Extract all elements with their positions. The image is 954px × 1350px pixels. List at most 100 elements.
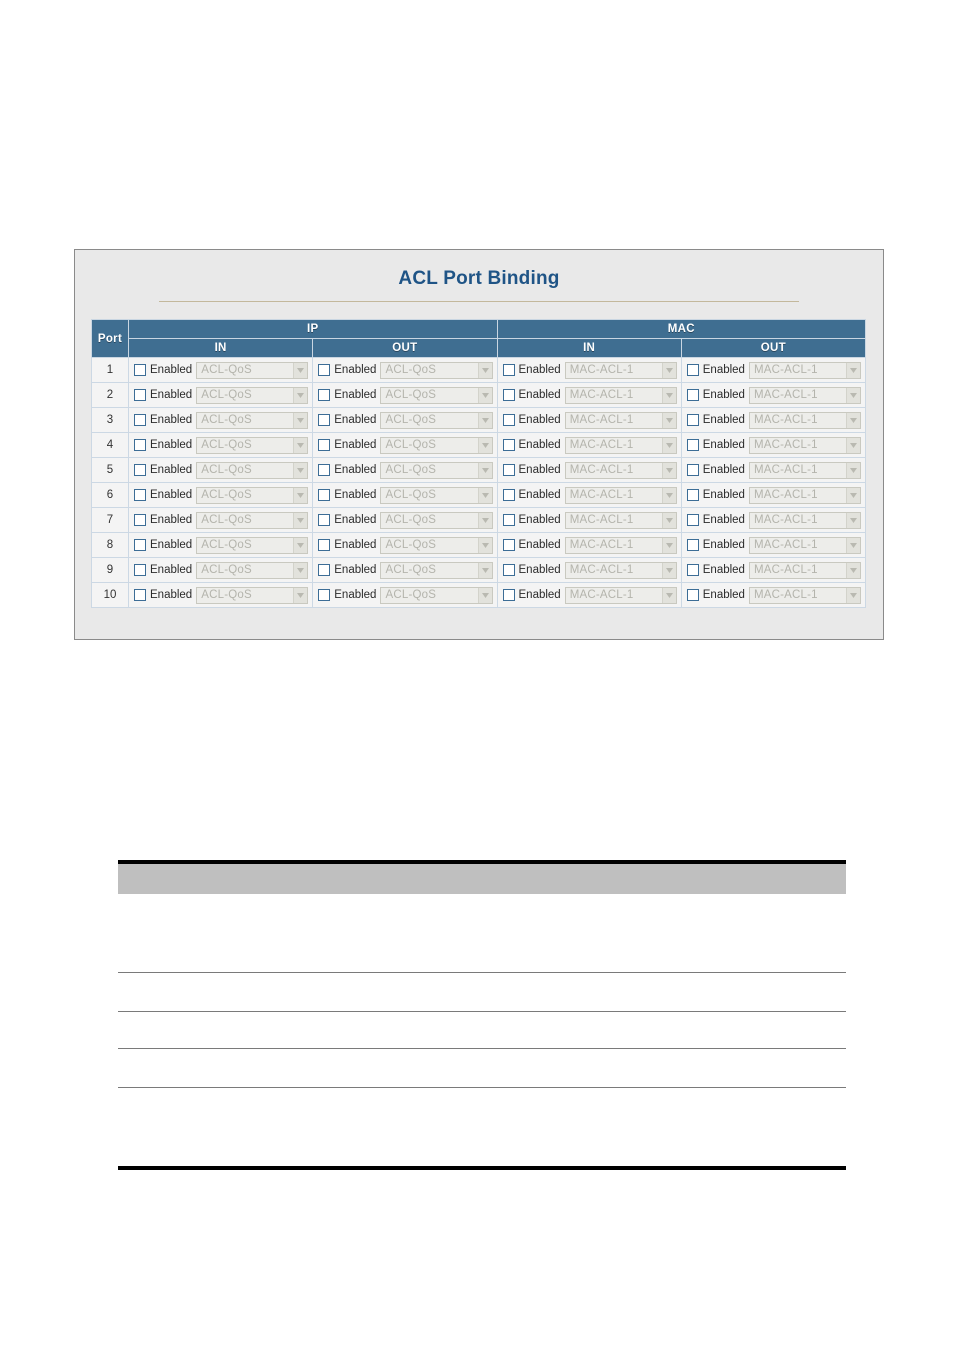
enable-checkbox-mac-out[interactable] — [686, 439, 699, 451]
chevron-down-icon[interactable] — [846, 537, 860, 553]
enable-checkbox-ip-in[interactable] — [134, 514, 146, 526]
acl-select-mac-in[interactable]: MAC-ACL-1 — [564, 536, 677, 554]
enable-checkbox-ip-in[interactable] — [134, 464, 146, 476]
chevron-down-icon[interactable] — [477, 362, 492, 378]
chevron-down-icon[interactable] — [293, 487, 308, 503]
enable-checkbox-ip-in[interactable] — [134, 589, 146, 601]
chevron-down-icon[interactable] — [293, 587, 308, 603]
acl-select-ip-out[interactable]: ACL-QoS — [380, 461, 493, 479]
chevron-down-icon[interactable] — [477, 487, 492, 503]
enable-checkbox-mac-out[interactable] — [686, 464, 699, 476]
acl-select-mac-in[interactable]: MAC-ACL-1 — [564, 461, 677, 479]
chevron-down-icon[interactable] — [846, 487, 860, 503]
chevron-down-icon[interactable] — [661, 387, 676, 403]
acl-select-mac-in[interactable]: MAC-ACL-1 — [564, 361, 677, 379]
enable-checkbox-mac-in[interactable] — [502, 464, 515, 476]
acl-select-mac-in[interactable]: MAC-ACL-1 — [564, 561, 677, 579]
acl-select-ip-out[interactable]: ACL-QoS — [380, 436, 493, 454]
chevron-down-icon[interactable] — [661, 537, 676, 553]
chevron-down-icon[interactable] — [846, 387, 860, 403]
acl-select-ip-out[interactable]: ACL-QoS — [380, 536, 493, 554]
acl-select-mac-in[interactable]: MAC-ACL-1 — [564, 436, 677, 454]
chevron-down-icon[interactable] — [477, 412, 492, 428]
acl-select-mac-out[interactable]: MAC-ACL-1 — [748, 586, 861, 604]
enable-checkbox-ip-in[interactable] — [134, 389, 146, 401]
chevron-down-icon[interactable] — [477, 437, 492, 453]
enable-checkbox-mac-in[interactable] — [502, 364, 515, 376]
acl-select-ip-in[interactable]: ACL-QoS — [196, 386, 309, 404]
enable-checkbox-mac-in[interactable] — [502, 514, 515, 526]
enable-checkbox-ip-in[interactable] — [134, 414, 146, 426]
chevron-down-icon[interactable] — [661, 562, 676, 578]
chevron-down-icon[interactable] — [661, 512, 676, 528]
enable-checkbox-mac-out[interactable] — [686, 539, 699, 551]
chevron-down-icon[interactable] — [293, 412, 308, 428]
enable-checkbox-mac-out[interactable] — [686, 564, 699, 576]
enable-checkbox-mac-in[interactable] — [502, 414, 515, 426]
chevron-down-icon[interactable] — [661, 462, 676, 478]
chevron-down-icon[interactable] — [293, 437, 308, 453]
acl-select-ip-out[interactable]: ACL-QoS — [380, 561, 493, 579]
chevron-down-icon[interactable] — [846, 412, 860, 428]
enable-checkbox-ip-out[interactable] — [318, 539, 331, 551]
acl-select-mac-out[interactable]: MAC-ACL-1 — [748, 486, 861, 504]
acl-select-ip-out[interactable]: ACL-QoS — [380, 586, 493, 604]
enable-checkbox-mac-out[interactable] — [686, 589, 699, 601]
chevron-down-icon[interactable] — [846, 437, 860, 453]
enable-checkbox-mac-out[interactable] — [686, 414, 699, 426]
acl-select-ip-out[interactable]: ACL-QoS — [380, 511, 493, 529]
chevron-down-icon[interactable] — [293, 387, 308, 403]
enable-checkbox-ip-in[interactable] — [134, 539, 146, 551]
acl-select-ip-in[interactable]: ACL-QoS — [196, 536, 309, 554]
acl-select-ip-in[interactable]: ACL-QoS — [196, 586, 309, 604]
chevron-down-icon[interactable] — [661, 437, 676, 453]
acl-select-ip-in[interactable]: ACL-QoS — [196, 411, 309, 429]
enable-checkbox-ip-out[interactable] — [318, 514, 331, 526]
enable-checkbox-mac-out[interactable] — [686, 514, 699, 526]
acl-select-mac-out[interactable]: MAC-ACL-1 — [748, 436, 861, 454]
chevron-down-icon[interactable] — [293, 562, 308, 578]
acl-select-mac-in[interactable]: MAC-ACL-1 — [564, 486, 677, 504]
enable-checkbox-mac-in[interactable] — [502, 389, 515, 401]
enable-checkbox-ip-out[interactable] — [318, 364, 331, 376]
enable-checkbox-mac-out[interactable] — [686, 389, 699, 401]
enable-checkbox-mac-out[interactable] — [686, 489, 699, 501]
chevron-down-icon[interactable] — [293, 537, 308, 553]
chevron-down-icon[interactable] — [661, 587, 676, 603]
acl-select-ip-in[interactable]: ACL-QoS — [196, 436, 309, 454]
chevron-down-icon[interactable] — [293, 362, 308, 378]
chevron-down-icon[interactable] — [477, 587, 492, 603]
enable-checkbox-mac-in[interactable] — [502, 489, 515, 501]
chevron-down-icon[interactable] — [846, 462, 860, 478]
acl-select-ip-out[interactable]: ACL-QoS — [380, 486, 493, 504]
enable-checkbox-ip-in[interactable] — [134, 439, 146, 451]
acl-select-ip-out[interactable]: ACL-QoS — [380, 361, 493, 379]
enable-checkbox-ip-in[interactable] — [134, 364, 146, 376]
enable-checkbox-ip-out[interactable] — [318, 389, 331, 401]
acl-select-mac-in[interactable]: MAC-ACL-1 — [564, 411, 677, 429]
acl-select-ip-in[interactable]: ACL-QoS — [196, 561, 309, 579]
acl-select-mac-in[interactable]: MAC-ACL-1 — [564, 511, 677, 529]
chevron-down-icon[interactable] — [477, 512, 492, 528]
acl-select-ip-in[interactable]: ACL-QoS — [196, 511, 309, 529]
acl-select-mac-out[interactable]: MAC-ACL-1 — [748, 361, 861, 379]
acl-select-mac-out[interactable]: MAC-ACL-1 — [748, 386, 861, 404]
acl-select-ip-in[interactable]: ACL-QoS — [196, 361, 309, 379]
acl-select-mac-in[interactable]: MAC-ACL-1 — [564, 386, 677, 404]
chevron-down-icon[interactable] — [477, 387, 492, 403]
chevron-down-icon[interactable] — [846, 587, 860, 603]
enable-checkbox-mac-in[interactable] — [502, 589, 515, 601]
acl-select-ip-out[interactable]: ACL-QoS — [380, 411, 493, 429]
chevron-down-icon[interactable] — [293, 512, 308, 528]
chevron-down-icon[interactable] — [661, 487, 676, 503]
chevron-down-icon[interactable] — [846, 512, 860, 528]
acl-select-mac-out[interactable]: MAC-ACL-1 — [748, 561, 861, 579]
enable-checkbox-mac-out[interactable] — [686, 364, 699, 376]
chevron-down-icon[interactable] — [477, 462, 492, 478]
enable-checkbox-ip-out[interactable] — [318, 589, 331, 601]
acl-select-mac-out[interactable]: MAC-ACL-1 — [748, 411, 861, 429]
enable-checkbox-mac-in[interactable] — [502, 439, 515, 451]
chevron-down-icon[interactable] — [846, 562, 860, 578]
chevron-down-icon[interactable] — [477, 562, 492, 578]
acl-select-mac-out[interactable]: MAC-ACL-1 — [748, 536, 861, 554]
